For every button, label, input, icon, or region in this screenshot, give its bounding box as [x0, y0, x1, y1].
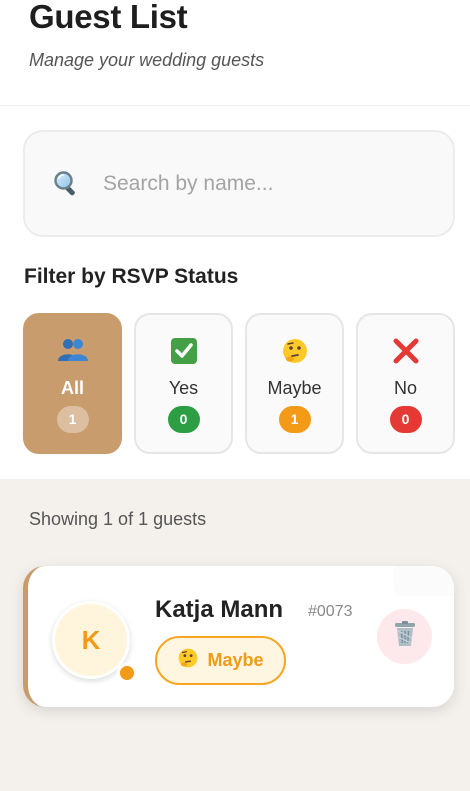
- filter-yes-label: Yes: [168, 378, 199, 398]
- thinking-face-icon: [177, 647, 199, 674]
- page-title: Guest List: [29, 0, 188, 35]
- filter-yes-count: 0: [167, 406, 200, 433]
- search-input[interactable]: [103, 160, 423, 208]
- check-icon: [136, 337, 231, 367]
- filter-all-button[interactable]: All 1: [23, 313, 122, 454]
- filter-maybe-label: Maybe: [267, 378, 322, 398]
- rsvp-status-label: Maybe: [207, 650, 264, 670]
- card-corner-decoration: [394, 566, 454, 596]
- filter-label: Filter by RSVP Status: [24, 265, 239, 288]
- rsvp-status-badge[interactable]: Maybe: [155, 636, 286, 685]
- filter-all-count: 1: [56, 406, 89, 433]
- filter-no-label: No: [393, 378, 417, 398]
- delete-guest-button[interactable]: [377, 609, 432, 664]
- filter-no-count: 0: [389, 406, 422, 433]
- page-subtitle: Manage your wedding guests: [29, 50, 265, 70]
- filter-maybe-count: 1: [278, 406, 311, 433]
- guest-card[interactable]: K Katja Mann #0073 Maybe: [23, 566, 454, 707]
- search-box[interactable]: [23, 130, 455, 237]
- guest-list-section: Showing 1 of 1 guests K Katja Mann #0073: [0, 479, 470, 791]
- cross-icon: [358, 337, 453, 367]
- results-count: Showing 1 of 1 guests: [29, 509, 207, 529]
- filter-maybe-button[interactable]: Maybe 1: [245, 313, 344, 454]
- filter-yes-button[interactable]: Yes 0: [134, 313, 233, 454]
- guest-id: #0073: [308, 603, 353, 620]
- search-icon: [53, 170, 79, 196]
- filter-no-button[interactable]: No 0: [356, 313, 455, 454]
- guest-list-page: Guest List Manage your wedding guests Fi…: [0, 0, 470, 791]
- trash-icon: [392, 620, 418, 653]
- people-icon: [25, 337, 120, 367]
- avatar: K: [52, 601, 137, 683]
- thinking-face-icon: [247, 337, 342, 367]
- guest-name: Katja Mann: [155, 596, 284, 623]
- header: Guest List Manage your wedding guests: [0, 0, 470, 106]
- status-dot: [117, 663, 137, 683]
- filter-all-label: All: [60, 378, 84, 398]
